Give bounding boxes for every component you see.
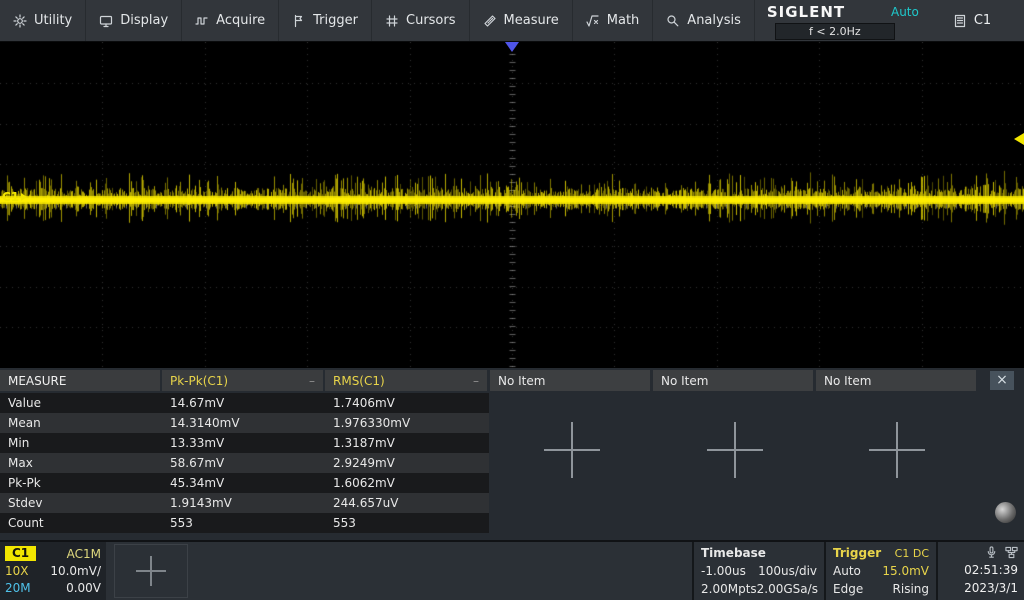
channel-offset: 0.00V: [66, 581, 101, 595]
timebase-scale: 100us/div: [758, 564, 817, 578]
system-status-box: 02:51:39 2023/3/1: [936, 542, 1024, 600]
menu-item-label: Cursors: [406, 13, 456, 28]
close-measure-icon[interactable]: ×: [990, 371, 1014, 390]
probe-attenuation: 10X: [5, 564, 29, 578]
menu-item-label: Measure: [504, 13, 559, 28]
trigger-flag-icon: [292, 14, 306, 28]
menu-bar: Utility Display Acquire Trigger Cursors …: [0, 0, 1024, 42]
status-bar: C1 AC1M 10X 10.0mV/ 20M 0.00V Timebase -…: [0, 540, 1024, 600]
measure-slot-label: Pk-Pk(C1): [170, 374, 228, 388]
measure-slot-pkpk[interactable]: Pk-Pk(C1) –: [162, 370, 323, 391]
plus-icon: [136, 556, 166, 586]
measure-header: MEASURE Pk-Pk(C1) – RMS(C1) – No Item No…: [0, 370, 1024, 391]
timebase-delay: -1.00us: [701, 564, 746, 578]
menu-item-label: Display: [120, 13, 168, 28]
menu-item-math[interactable]: Math: [573, 0, 654, 41]
display-icon: [99, 14, 113, 28]
menu-item-utility[interactable]: Utility: [0, 0, 86, 41]
table-row: Count553553: [0, 513, 489, 533]
bandwidth-limit: 20M: [5, 581, 31, 595]
table-row: Min13.33mV1.3187mV: [0, 433, 489, 453]
analysis-icon: [666, 14, 680, 28]
network-icon[interactable]: [1005, 546, 1018, 559]
drag-handle[interactable]: [995, 502, 1016, 523]
trigger-level: 15.0mV: [882, 564, 929, 578]
menu-item-label: Utility: [34, 13, 72, 28]
menu-item-measure[interactable]: Measure: [470, 0, 573, 41]
measure-slot-empty-2[interactable]: No Item: [653, 370, 813, 391]
add-measure-button[interactable]: [707, 422, 763, 478]
channel-offset-label: C1: [2, 190, 19, 204]
trigger-type: Edge: [833, 582, 863, 596]
remove-measure-icon[interactable]: –: [473, 374, 479, 388]
measure-title: MEASURE: [0, 370, 160, 391]
memory-depth: 2.00Mpts: [701, 582, 757, 596]
timebase-title: Timebase: [701, 546, 766, 560]
add-channel-button[interactable]: [114, 544, 188, 598]
channel-selector-label: C1: [974, 13, 991, 28]
table-row: Value14.67mV1.7406mV: [0, 393, 489, 413]
utility-icon: [13, 14, 27, 28]
add-measure-button[interactable]: [544, 422, 600, 478]
waveform-display: C1: [0, 42, 1024, 368]
menu-item-label: Math: [607, 13, 640, 28]
menu-item-trigger[interactable]: Trigger: [279, 0, 372, 41]
trigger-slope: Rising: [893, 582, 929, 596]
trigger-title: Trigger: [833, 546, 881, 560]
clock-date: 2023/3/1: [942, 579, 1018, 597]
statusbar-spacer: [188, 542, 692, 600]
remove-measure-icon[interactable]: –: [309, 374, 315, 388]
trigger-box[interactable]: Trigger C1 DC Auto 15.0mV Edge Rising: [824, 542, 936, 600]
clock-time: 02:51:39: [942, 561, 1018, 579]
measure-ruler-icon: [483, 14, 497, 28]
math-icon: [586, 14, 600, 28]
menu-item-analysis[interactable]: Analysis: [653, 0, 755, 41]
channel-scale: 10.0mV/: [50, 564, 101, 578]
acquire-icon: [195, 14, 209, 28]
menu-item-cursors[interactable]: Cursors: [372, 0, 470, 41]
cursors-icon: [385, 14, 399, 28]
trigger-source: C1 DC: [895, 547, 929, 560]
microphone-icon[interactable]: [985, 546, 998, 559]
menu-item-display[interactable]: Display: [86, 0, 182, 41]
waveform-canvas[interactable]: [0, 42, 1024, 368]
channel-list-icon: [953, 14, 967, 28]
table-row: Pk-Pk45.34mV1.6062mV: [0, 473, 489, 493]
channel-badge: C1: [5, 546, 36, 561]
brand-block: SIGLENT Auto f < 2.0Hz: [767, 0, 919, 41]
sample-rate: 2.00GSa/s: [757, 582, 818, 596]
timebase-box[interactable]: Timebase -1.00us 100us/div 2.00Mpts 2.00…: [692, 542, 824, 600]
trigger-mode: Auto: [833, 564, 861, 578]
measure-table: Value14.67mV1.7406mV Mean14.3140mV1.9763…: [0, 393, 489, 533]
table-row: Mean14.3140mV1.976330mV: [0, 413, 489, 433]
channel-info-box[interactable]: C1 AC1M 10X 10.0mV/ 20M 0.00V: [0, 542, 106, 600]
measure-slot-rms[interactable]: RMS(C1) –: [325, 370, 487, 391]
measure-slot-empty-3[interactable]: No Item: [816, 370, 976, 391]
trigger-frequency-readout: f < 2.0Hz: [775, 23, 895, 40]
measure-slot-empty-1[interactable]: No Item: [490, 370, 650, 391]
measure-slot-label: RMS(C1): [333, 374, 385, 388]
oscilloscope-screen: Utility Display Acquire Trigger Cursors …: [0, 0, 1024, 600]
table-row: Max58.67mV2.9249mV: [0, 453, 489, 473]
menu-item-label: Acquire: [216, 13, 265, 28]
channel-coupling: AC1M: [67, 547, 101, 561]
menu-item-acquire[interactable]: Acquire: [182, 0, 279, 41]
menu-item-label: Analysis: [687, 13, 741, 28]
channel-selector-button[interactable]: C1: [953, 0, 991, 41]
siglent-logo: SIGLENT: [767, 3, 845, 21]
trigger-level-marker[interactable]: [1014, 133, 1024, 145]
menu-item-label: Trigger: [313, 13, 358, 28]
channel-offset-marker[interactable]: C1: [2, 190, 27, 204]
table-row: Stdev1.9143mV244.657uV: [0, 493, 489, 513]
channel-offset-arrow-icon: [21, 193, 27, 201]
trigger-position-marker[interactable]: [505, 42, 519, 52]
add-measure-button[interactable]: [869, 422, 925, 478]
acquisition-status: Auto: [891, 5, 919, 19]
measure-panel: MEASURE Pk-Pk(C1) – RMS(C1) – No Item No…: [0, 368, 1024, 540]
